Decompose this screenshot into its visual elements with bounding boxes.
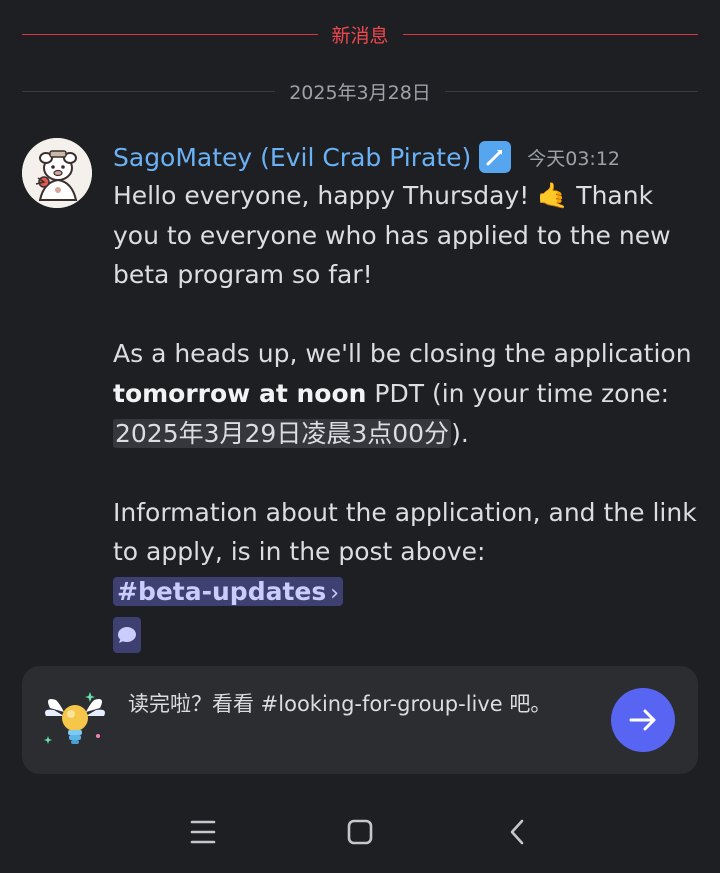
forum-bubble-icon[interactable] bbox=[113, 616, 141, 653]
bold-text: tomorrow at noon bbox=[113, 378, 367, 408]
message-text: PDT (in your time zone: bbox=[366, 378, 670, 408]
back-icon[interactable] bbox=[497, 812, 537, 852]
home-icon[interactable] bbox=[340, 812, 380, 852]
new-messages-divider: 新消息 bbox=[22, 24, 699, 47]
message-body: Hello everyone, happy Thursday! 🤙 Thank … bbox=[113, 176, 698, 653]
call-me-emoji-icon: 🤙 bbox=[537, 181, 569, 210]
recent-apps-icon[interactable] bbox=[183, 812, 223, 852]
card-message: 读完啦？看看 #looking-for-group-live 吧。 bbox=[128, 692, 552, 716]
message-paragraph bbox=[113, 614, 698, 654]
read-complete-card[interactable]: 读完啦？看看 #looking-for-group-live 吧。 bbox=[22, 666, 698, 774]
chevron-right-icon: › bbox=[330, 580, 340, 606]
message-paragraph: Hello everyone, happy Thursday! 🤙 Thank … bbox=[113, 176, 698, 295]
winged-lightbulb-icon bbox=[40, 686, 110, 756]
divider-line bbox=[402, 33, 699, 35]
divider-line bbox=[444, 90, 698, 92]
date-divider: 2025年3月28日 bbox=[22, 81, 698, 104]
inline-timestamp[interactable]: 2025年3月29日凌晨3点00分 bbox=[113, 418, 452, 448]
channel-mention-label: #beta-updates bbox=[117, 576, 327, 606]
message-text: As a heads up, we'll be closing the appl… bbox=[113, 339, 692, 369]
message[interactable]: SagoMatey (Evil Crab Pirate) 今天03:12 Hel… bbox=[113, 138, 698, 653]
divider-line bbox=[22, 90, 276, 92]
avatar-illustration-icon bbox=[22, 138, 92, 208]
message-text: Information about the application, and t… bbox=[113, 497, 697, 567]
avatar[interactable] bbox=[22, 138, 92, 208]
chat-screen: 新消息 2025年3月28日 SagoMatey (Evil Crab Pira… bbox=[0, 0, 720, 873]
message-paragraph: Information about the application, and t… bbox=[113, 493, 698, 614]
message-timestamp: 今天03:12 bbox=[527, 147, 620, 170]
go-to-channel-button[interactable] bbox=[611, 688, 675, 752]
system-navigation-bar bbox=[0, 790, 720, 873]
new-messages-label: 新消息 bbox=[331, 24, 389, 47]
message-header: SagoMatey (Evil Crab Pirate) 今天03:12 bbox=[113, 138, 698, 176]
arrow-right-icon bbox=[629, 709, 656, 731]
message-paragraph: As a heads up, we'll be closing the appl… bbox=[113, 334, 698, 453]
wrench-badge-icon[interactable] bbox=[479, 141, 512, 173]
channel-mention[interactable]: #beta-updates › bbox=[113, 576, 344, 606]
message-text: Hello everyone, happy Thursday! bbox=[113, 181, 538, 210]
divider-line bbox=[22, 33, 318, 35]
message-text: ). bbox=[451, 418, 469, 448]
author-name[interactable]: SagoMatey (Evil Crab Pirate) bbox=[113, 143, 471, 172]
date-label: 2025年3月28日 bbox=[289, 81, 431, 104]
